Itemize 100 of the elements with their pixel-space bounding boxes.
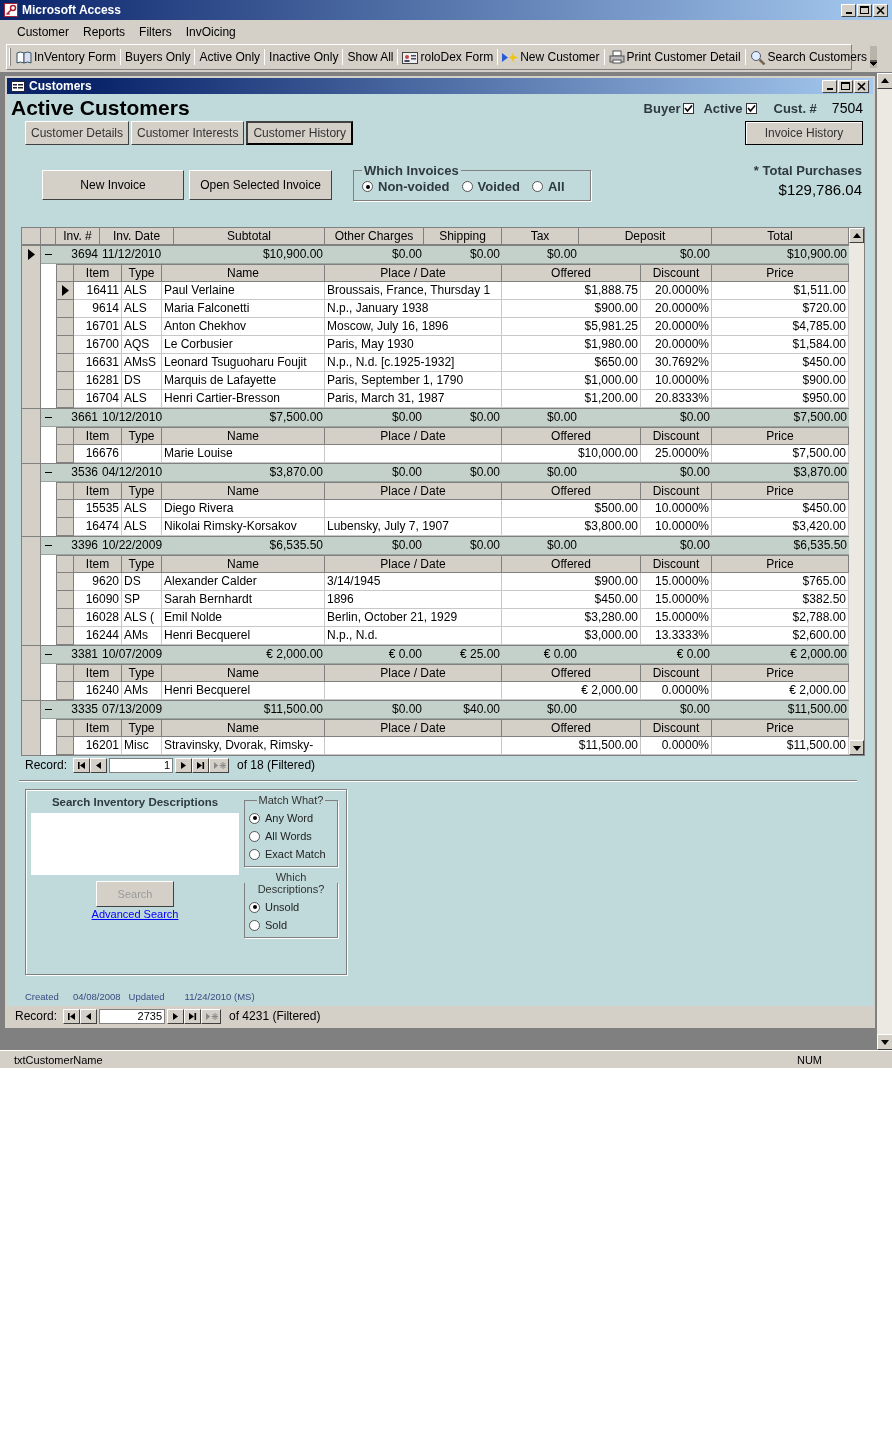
first-record-button[interactable] — [63, 1008, 81, 1024]
column-header[interactable]: Item — [74, 427, 122, 445]
menu-item[interactable]: Reports — [76, 25, 133, 39]
column-header[interactable]: Name — [162, 664, 325, 682]
column-header[interactable]: Offered — [502, 719, 641, 737]
tab[interactable]: Customer Details — [25, 121, 130, 145]
record-selector[interactable] — [57, 282, 74, 300]
column-header[interactable]: Discount — [641, 719, 712, 737]
column-header[interactable]: Deposit — [579, 228, 712, 245]
column-header[interactable]: Price — [712, 427, 849, 445]
column-header[interactable]: Discount — [641, 555, 712, 573]
radio-button[interactable] — [362, 181, 373, 192]
radio-label[interactable]: Non-voided — [378, 179, 450, 194]
next-record-button[interactable] — [167, 1008, 185, 1024]
menu-item[interactable]: InvOicing — [178, 25, 243, 39]
tab[interactable]: Customer History — [246, 121, 354, 145]
column-header[interactable]: Place / Date — [325, 482, 502, 500]
minimize-button[interactable] — [822, 79, 837, 93]
search-field[interactable] — [31, 813, 239, 875]
column-header[interactable]: Price — [712, 719, 849, 737]
record-number-field[interactable]: 2735 — [99, 1008, 166, 1024]
close-button[interactable] — [854, 79, 869, 93]
scrollbar[interactable] — [849, 228, 864, 755]
menu-item[interactable]: Customer — [10, 25, 76, 39]
previous-record-button[interactable] — [80, 1008, 98, 1024]
toolbar-overflow-icon[interactable] — [869, 46, 877, 68]
radio-label[interactable]: All Words — [265, 830, 312, 842]
radio-button[interactable] — [531, 181, 543, 192]
column-header[interactable]: Offered — [502, 264, 641, 282]
close-button[interactable] — [873, 3, 888, 17]
last-record-button[interactable] — [184, 1008, 202, 1024]
toolbar-button[interactable]: Search Customers — [746, 49, 870, 65]
radio-button[interactable] — [461, 181, 473, 192]
radio-button[interactable] — [249, 830, 260, 842]
toolbar-button[interactable]: Inactive Only — [266, 50, 342, 64]
column-header[interactable]: Item — [74, 664, 122, 682]
advanced-search-link[interactable]: Advanced Search — [91, 908, 179, 920]
column-header[interactable]: Item — [74, 482, 122, 500]
column-header[interactable]: Type — [122, 482, 162, 500]
maximize-button[interactable] — [857, 3, 872, 17]
column-header[interactable]: Shipping — [424, 228, 502, 245]
toolbar-button[interactable]: InVentory Form — [13, 50, 120, 64]
checkbox[interactable] — [683, 102, 695, 114]
column-header[interactable]: Name — [162, 427, 325, 445]
column-header[interactable]: Type — [122, 427, 162, 445]
radio-label[interactable]: All — [547, 179, 565, 194]
toolbar-button[interactable]: Buyers Only — [122, 50, 194, 64]
maximize-button[interactable] — [838, 79, 853, 93]
radio-button[interactable] — [249, 919, 260, 931]
column-header[interactable]: Place / Date — [325, 719, 502, 737]
minimize-button[interactable] — [841, 3, 856, 17]
column-header[interactable]: Type — [122, 719, 162, 737]
column-header[interactable]: Price — [712, 482, 849, 500]
column-header[interactable]: Tax — [502, 228, 579, 245]
column-header[interactable]: Place / Date — [325, 555, 502, 573]
column-header[interactable]: Discount — [641, 427, 712, 445]
column-header[interactable]: Item — [74, 719, 122, 737]
radio-button[interactable] — [249, 848, 260, 860]
checkbox[interactable] — [745, 102, 757, 114]
column-header[interactable]: Type — [122, 664, 162, 682]
column-header[interactable]: Offered — [502, 482, 641, 500]
toolbar-button[interactable]: Print Customer Detail — [605, 50, 744, 64]
column-header[interactable]: Name — [162, 555, 325, 573]
column-header[interactable]: Name — [162, 719, 325, 737]
column-header[interactable]: Place / Date — [325, 264, 502, 282]
column-header[interactable]: Discount — [641, 482, 712, 500]
previous-record-button[interactable] — [90, 757, 108, 773]
column-header[interactable]: Discount — [641, 664, 712, 682]
column-header[interactable]: Type — [122, 264, 162, 282]
column-header[interactable]: Item — [74, 264, 122, 282]
column-header[interactable]: Price — [712, 664, 849, 682]
column-header[interactable]: Total — [712, 228, 849, 245]
action-button[interactable]: New Invoice — [42, 170, 184, 200]
toolbar-button[interactable]: Show All — [344, 50, 397, 64]
column-header[interactable]: Inv. Date — [100, 228, 174, 245]
action-button[interactable]: Open Selected Invoice — [189, 170, 332, 200]
invoice-history-button[interactable]: Invoice History — [745, 121, 863, 145]
new-record-button[interactable] — [201, 1008, 222, 1024]
radio-label[interactable]: Sold — [265, 919, 288, 931]
column-header[interactable]: Subtotal — [174, 228, 325, 245]
radio-label[interactable]: Exact Match — [265, 848, 326, 860]
toolbar-button[interactable]: roloDex Form — [399, 50, 497, 64]
first-record-button[interactable] — [73, 757, 91, 773]
radio-label[interactable]: Voided — [477, 179, 520, 194]
column-header[interactable]: Type — [122, 555, 162, 573]
new-record-button[interactable] — [209, 757, 230, 773]
column-header[interactable]: Place / Date — [325, 427, 502, 445]
radio-label[interactable]: Any Word — [265, 812, 314, 824]
column-header[interactable]: Offered — [502, 555, 641, 573]
column-header[interactable]: Inv. # — [56, 228, 100, 245]
column-header[interactable]: Offered — [502, 664, 641, 682]
column-header[interactable]: Price — [712, 555, 849, 573]
scrollbar[interactable] — [877, 73, 892, 1050]
column-header[interactable]: Name — [162, 264, 325, 282]
radio-label[interactable]: Unsold — [265, 901, 300, 913]
radio-button[interactable] — [249, 901, 260, 913]
record-number-field[interactable]: 1 — [109, 757, 174, 773]
menu-item[interactable]: Filters — [132, 25, 179, 39]
column-header[interactable]: Place / Date — [325, 664, 502, 682]
column-header[interactable]: Discount — [641, 264, 712, 282]
